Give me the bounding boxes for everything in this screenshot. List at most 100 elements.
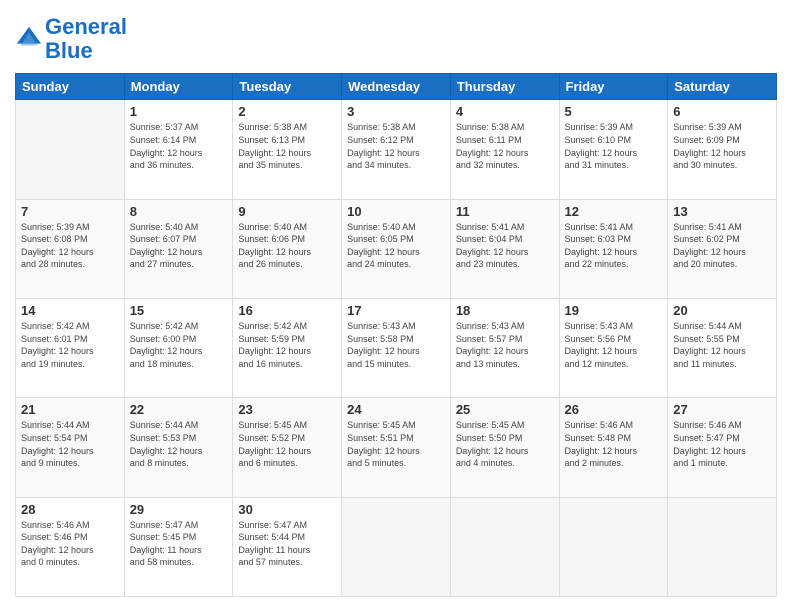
calendar-week-0: 1 Sunrise: 5:37 AM Sunset: 6:14 PM Daylig… (16, 100, 777, 199)
calendar-cell: 29 Sunrise: 5:47 AM Sunset: 5:45 PM Dayli… (124, 497, 233, 596)
calendar-cell: 9 Sunrise: 5:40 AM Sunset: 6:06 PM Daylig… (233, 199, 342, 298)
logo-text2: Blue (45, 39, 127, 63)
calendar-header-thursday: Thursday (450, 74, 559, 100)
calendar-cell: 26 Sunrise: 5:46 AM Sunset: 5:48 PM Dayli… (559, 398, 668, 497)
day-number: 27 (673, 402, 771, 417)
day-info: Sunrise: 5:45 AM Sunset: 5:51 PM Dayligh… (347, 419, 445, 469)
day-number: 25 (456, 402, 554, 417)
calendar-cell: 13 Sunrise: 5:41 AM Sunset: 6:02 PM Dayli… (668, 199, 777, 298)
calendar-cell: 14 Sunrise: 5:42 AM Sunset: 6:01 PM Dayli… (16, 299, 125, 398)
day-info: Sunrise: 5:43 AM Sunset: 5:56 PM Dayligh… (565, 320, 663, 370)
calendar-cell: 8Sunrise: 5:40 AM Sunset: 6:07 PM Daylig… (124, 199, 233, 298)
header: General Blue (15, 15, 777, 63)
calendar-cell: 21 Sunrise: 5:44 AM Sunset: 5:54 PM Dayli… (16, 398, 125, 497)
day-info: Sunrise: 5:41 AM Sunset: 6:02 PM Dayligh… (673, 221, 771, 271)
calendar-cell: 1 Sunrise: 5:37 AM Sunset: 6:14 PM Daylig… (124, 100, 233, 199)
day-number: 3 (347, 104, 445, 119)
day-info: Sunrise: 5:41 AM Sunset: 6:04 PM Dayligh… (456, 221, 554, 271)
calendar-header-sunday: Sunday (16, 74, 125, 100)
day-info: Sunrise: 5:43 AM Sunset: 5:58 PM Dayligh… (347, 320, 445, 370)
calendar-cell: 25 Sunrise: 5:45 AM Sunset: 5:50 PM Dayli… (450, 398, 559, 497)
day-info: Sunrise: 5:44 AM Sunset: 5:54 PM Dayligh… (21, 419, 119, 469)
calendar-cell (668, 497, 777, 596)
calendar-cell: 28 Sunrise: 5:46 AM Sunset: 5:46 PM Dayli… (16, 497, 125, 596)
calendar-header-wednesday: Wednesday (342, 74, 451, 100)
calendar-cell: 30 Sunrise: 5:47 AM Sunset: 5:44 PM Dayli… (233, 497, 342, 596)
calendar-week-3: 21 Sunrise: 5:44 AM Sunset: 5:54 PM Dayli… (16, 398, 777, 497)
calendar-table: SundayMondayTuesdayWednesdayThursdayFrid… (15, 73, 777, 597)
calendar-week-4: 28 Sunrise: 5:46 AM Sunset: 5:46 PM Dayli… (16, 497, 777, 596)
calendar-header-tuesday: Tuesday (233, 74, 342, 100)
day-number: 12 (565, 204, 663, 219)
calendar-cell: 20Sunrise: 5:44 AM Sunset: 5:55 PM Dayli… (668, 299, 777, 398)
day-number: 16 (238, 303, 336, 318)
calendar-header-row: SundayMondayTuesdayWednesdayThursdayFrid… (16, 74, 777, 100)
calendar-cell: 24 Sunrise: 5:45 AM Sunset: 5:51 PM Dayli… (342, 398, 451, 497)
day-number: 21 (21, 402, 119, 417)
day-info: Sunrise: 5:41 AM Sunset: 6:03 PM Dayligh… (565, 221, 663, 271)
day-info: Sunrise: 5:38 AM Sunset: 6:11 PM Dayligh… (456, 121, 554, 171)
day-number: 28 (21, 502, 119, 517)
calendar-cell: 7 Sunrise: 5:39 AM Sunset: 6:08 PM Daylig… (16, 199, 125, 298)
day-info: Sunrise: 5:38 AM Sunset: 6:13 PM Dayligh… (238, 121, 336, 171)
day-number: 26 (565, 402, 663, 417)
day-number: 7 (21, 204, 119, 219)
day-number: 29 (130, 502, 228, 517)
day-info: Sunrise: 5:46 AM Sunset: 5:48 PM Dayligh… (565, 419, 663, 469)
calendar-header-monday: Monday (124, 74, 233, 100)
calendar-cell: 23 Sunrise: 5:45 AM Sunset: 5:52 PM Dayli… (233, 398, 342, 497)
day-info: Sunrise: 5:40 AM Sunset: 6:07 PM Dayligh… (130, 221, 228, 271)
day-info: Sunrise: 5:39 AM Sunset: 6:08 PM Dayligh… (21, 221, 119, 271)
day-info: Sunrise: 5:42 AM Sunset: 6:00 PM Dayligh… (130, 320, 228, 370)
calendar-week-2: 14 Sunrise: 5:42 AM Sunset: 6:01 PM Dayli… (16, 299, 777, 398)
day-number: 15 (130, 303, 228, 318)
day-number: 18 (456, 303, 554, 318)
calendar-cell: 16 Sunrise: 5:42 AM Sunset: 5:59 PM Dayli… (233, 299, 342, 398)
day-number: 17 (347, 303, 445, 318)
calendar-cell: 12 Sunrise: 5:41 AM Sunset: 6:03 PM Dayli… (559, 199, 668, 298)
logo-icon (15, 25, 43, 53)
calendar-cell: 6 Sunrise: 5:39 AM Sunset: 6:09 PM Daylig… (668, 100, 777, 199)
calendar-cell: 3Sunrise: 5:38 AM Sunset: 6:12 PM Daylig… (342, 100, 451, 199)
calendar-cell: 27Sunrise: 5:46 AM Sunset: 5:47 PM Dayli… (668, 398, 777, 497)
day-info: Sunrise: 5:37 AM Sunset: 6:14 PM Dayligh… (130, 121, 228, 171)
day-number: 5 (565, 104, 663, 119)
day-info: Sunrise: 5:44 AM Sunset: 5:53 PM Dayligh… (130, 419, 228, 469)
day-number: 4 (456, 104, 554, 119)
day-info: Sunrise: 5:45 AM Sunset: 5:50 PM Dayligh… (456, 419, 554, 469)
day-info: Sunrise: 5:39 AM Sunset: 6:09 PM Dayligh… (673, 121, 771, 171)
calendar-cell: 4 Sunrise: 5:38 AM Sunset: 6:11 PM Daylig… (450, 100, 559, 199)
day-info: Sunrise: 5:42 AM Sunset: 6:01 PM Dayligh… (21, 320, 119, 370)
day-number: 11 (456, 204, 554, 219)
calendar-cell: 5Sunrise: 5:39 AM Sunset: 6:10 PM Daylig… (559, 100, 668, 199)
day-number: 2 (238, 104, 336, 119)
calendar-header-saturday: Saturday (668, 74, 777, 100)
day-number: 6 (673, 104, 771, 119)
day-number: 10 (347, 204, 445, 219)
day-info: Sunrise: 5:40 AM Sunset: 6:06 PM Dayligh… (238, 221, 336, 271)
day-number: 14 (21, 303, 119, 318)
day-info: Sunrise: 5:45 AM Sunset: 5:52 PM Dayligh… (238, 419, 336, 469)
day-number: 23 (238, 402, 336, 417)
calendar-cell: 2 Sunrise: 5:38 AM Sunset: 6:13 PM Daylig… (233, 100, 342, 199)
day-number: 9 (238, 204, 336, 219)
calendar-cell: 17 Sunrise: 5:43 AM Sunset: 5:58 PM Dayli… (342, 299, 451, 398)
calendar-cell: 11 Sunrise: 5:41 AM Sunset: 6:04 PM Dayli… (450, 199, 559, 298)
day-info: Sunrise: 5:42 AM Sunset: 5:59 PM Dayligh… (238, 320, 336, 370)
day-number: 24 (347, 402, 445, 417)
day-number: 22 (130, 402, 228, 417)
day-info: Sunrise: 5:43 AM Sunset: 5:57 PM Dayligh… (456, 320, 554, 370)
day-number: 13 (673, 204, 771, 219)
day-info: Sunrise: 5:44 AM Sunset: 5:55 PM Dayligh… (673, 320, 771, 370)
logo-text: General (45, 15, 127, 39)
day-number: 30 (238, 502, 336, 517)
day-number: 1 (130, 104, 228, 119)
day-info: Sunrise: 5:47 AM Sunset: 5:45 PM Dayligh… (130, 519, 228, 569)
page: General Blue SundayMondayTuesdayWednesda… (0, 0, 792, 612)
calendar-cell: 15 Sunrise: 5:42 AM Sunset: 6:00 PM Dayli… (124, 299, 233, 398)
day-info: Sunrise: 5:47 AM Sunset: 5:44 PM Dayligh… (238, 519, 336, 569)
calendar-cell (342, 497, 451, 596)
calendar-cell (559, 497, 668, 596)
logo: General Blue (15, 15, 127, 63)
day-info: Sunrise: 5:46 AM Sunset: 5:46 PM Dayligh… (21, 519, 119, 569)
